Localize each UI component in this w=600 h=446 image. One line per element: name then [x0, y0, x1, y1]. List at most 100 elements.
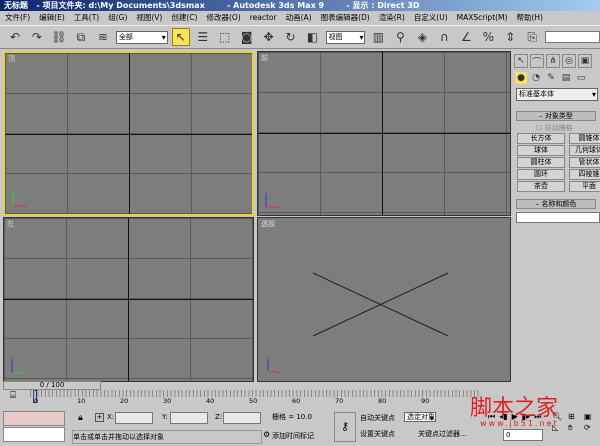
viewport-top[interactable]: 顶	[3, 51, 254, 216]
y-coord-input[interactable]	[170, 412, 208, 424]
plane-button[interactable]: 平面	[569, 181, 600, 192]
redo-icon[interactable]: ↷	[28, 28, 46, 46]
menu-animation[interactable]: 动画(A)	[286, 12, 312, 24]
viewport-left[interactable]: 左	[3, 217, 254, 382]
zoom-icon[interactable]: 🔍︎	[552, 412, 566, 421]
menu-customize[interactable]: 自定义(U)	[414, 12, 448, 24]
angle-snap-icon[interactable]: ∠	[457, 28, 475, 46]
z-coord-input[interactable]	[223, 412, 261, 424]
autogrid-checkbox[interactable]: ☐ 自动栅格	[512, 123, 600, 133]
viewport-perspective[interactable]: 透视	[257, 217, 511, 382]
menu-modifiers[interactable]: 修改器(O)	[206, 12, 240, 24]
geosphere-button[interactable]: 几何球体	[569, 145, 600, 156]
reference-coord-dropdown[interactable]: 视图	[325, 30, 366, 44]
snap-3d-icon[interactable]: ∩	[435, 28, 453, 46]
display-tab-icon[interactable]: ▣	[578, 54, 592, 68]
grid-spacing: 栅格 = 10.0	[272, 413, 312, 421]
go-to-start-icon[interactable]: ⏮	[488, 412, 495, 422]
unlink-icon[interactable]: ⧉	[72, 28, 90, 46]
field-of-view-icon[interactable]: ◺	[552, 423, 566, 433]
menu-views[interactable]: 视图(V)	[136, 12, 162, 24]
viewport-label[interactable]: 前	[261, 53, 268, 63]
viewport-label[interactable]: 顶	[8, 54, 15, 64]
zoom-all-icon[interactable]: ⊞	[568, 412, 582, 421]
select-by-name-icon[interactable]: ☰	[194, 28, 212, 46]
key-mode-dropdown[interactable]: 选定对象	[404, 412, 436, 422]
go-to-end-icon[interactable]: ⏭	[534, 412, 541, 422]
maxscript-listener-pink[interactable]	[3, 411, 65, 426]
next-frame-icon[interactable]: ▮▸	[522, 412, 530, 422]
link-icon[interactable]: ⛓	[50, 28, 68, 46]
shapes-icon[interactable]: ◔	[530, 72, 542, 84]
menu-rendering[interactable]: 渲染(R)	[379, 12, 405, 24]
rect-selection-icon[interactable]: ⬚	[216, 28, 234, 46]
lock-icon[interactable]: 🔒︎	[78, 413, 83, 423]
modify-tab-icon[interactable]: ⌒	[530, 54, 544, 68]
bind-space-warp-icon[interactable]: ≋	[94, 28, 112, 46]
select-manipulate-icon[interactable]: ⚲	[391, 28, 409, 46]
percent-snap-icon[interactable]: %	[479, 28, 497, 46]
menu-tools[interactable]: 工具(T)	[74, 12, 99, 24]
menu-group[interactable]: 组(G)	[108, 12, 127, 24]
helpers-icon[interactable]: ▭	[575, 72, 587, 84]
category-dropdown[interactable]: 标准基本体	[516, 88, 598, 101]
viewport-front[interactable]: 前	[257, 51, 511, 216]
set-key-button[interactable]: 设置关键点	[360, 428, 395, 440]
menu-help[interactable]: 帮助(H)	[516, 12, 543, 24]
select-object-icon[interactable]: ↖	[171, 28, 190, 46]
sphere-button[interactable]: 球体	[517, 145, 565, 156]
prev-frame-icon[interactable]: ◂▮	[499, 412, 507, 422]
spinner-snap-icon[interactable]: ⇕	[501, 28, 519, 46]
track-bar[interactable]	[30, 390, 480, 397]
cone-button[interactable]: 圆锥体	[569, 133, 600, 144]
menu-file[interactable]: 文件(F)	[5, 12, 30, 24]
create-tab-icon[interactable]: ↖	[514, 54, 528, 68]
keyboard-shortcut-icon[interactable]: ◈	[413, 28, 431, 46]
box-button[interactable]: 长方体	[517, 133, 565, 144]
cylinder-button[interactable]: 圆柱体	[517, 157, 565, 168]
hierarchy-tab-icon[interactable]: ⋔	[546, 54, 560, 68]
playback-controls: ⏮ ◂▮ ▶ ▮▸ ⏭	[488, 412, 541, 422]
lights-icon[interactable]: ✎	[545, 72, 557, 84]
motion-tab-icon[interactable]: ◎	[562, 54, 576, 68]
x-coord-input[interactable]	[115, 412, 153, 424]
viewport-label[interactable]: 左	[7, 219, 14, 229]
absolute-mode-icon[interactable]: +	[95, 413, 104, 422]
add-time-tag[interactable]: 添加时间标记	[272, 430, 314, 442]
pyramid-button[interactable]: 四棱锥	[569, 169, 600, 180]
key-mode-icon[interactable]: ⚷	[334, 412, 356, 442]
rotate-icon[interactable]: ↻	[282, 28, 300, 46]
time-slider[interactable]: 0 / 100	[3, 381, 101, 390]
undo-icon[interactable]: ↶	[6, 28, 24, 46]
menu-graph-editors[interactable]: 图表编辑器(D)	[321, 12, 370, 24]
object-type-rollout[interactable]: – 对象类型	[516, 111, 596, 121]
window-crossing-icon[interactable]: ◙	[238, 28, 256, 46]
menu-reactor[interactable]: reactor	[250, 12, 277, 24]
menu-edit[interactable]: 编辑(E)	[39, 12, 65, 24]
menu-create[interactable]: 创建(C)	[171, 12, 197, 24]
key-filters-button[interactable]: 关键点过滤器...	[418, 428, 467, 440]
scale-icon[interactable]: ◧	[304, 28, 322, 46]
play-icon[interactable]: ▶	[512, 412, 518, 422]
auto-key-button[interactable]: 自动关键点	[360, 412, 395, 424]
geometry-icon[interactable]: ●	[515, 72, 527, 84]
name-color-rollout[interactable]: – 名称和颜色	[516, 199, 596, 209]
named-selection-sets-input[interactable]	[545, 31, 600, 43]
tube-button[interactable]: 管状体	[569, 157, 600, 168]
move-icon[interactable]: ✥	[260, 28, 278, 46]
maxscript-listener-white[interactable]	[3, 427, 65, 442]
selection-filter-dropdown[interactable]: 全部	[115, 30, 168, 44]
pivot-center-icon[interactable]: ▥	[369, 28, 387, 46]
menu-maxscript[interactable]: MAXScript(M)	[457, 12, 508, 24]
torus-button[interactable]: 圆环	[517, 169, 565, 180]
arc-rotate-icon[interactable]: ⟳	[584, 423, 598, 433]
cameras-icon[interactable]: ▤	[560, 72, 572, 84]
named-selection-icon[interactable]: ⎘	[523, 28, 541, 46]
object-name-input[interactable]	[516, 212, 600, 223]
current-frame-input[interactable]: 0	[503, 429, 543, 441]
tick-label: 20	[120, 397, 129, 405]
teapot-button[interactable]: 茶壶	[517, 181, 565, 192]
pan-icon[interactable]: ✋︎	[568, 423, 582, 433]
time-tag-icon[interactable]: ⚙	[263, 430, 270, 439]
zoom-extents-icon[interactable]: ▣	[584, 412, 598, 421]
